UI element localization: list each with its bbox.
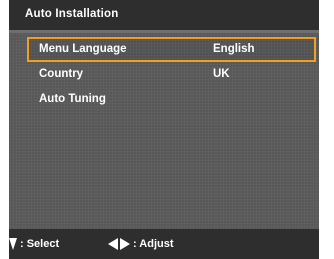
select-hint-text: : Select bbox=[20, 238, 60, 250]
title-bar: Auto Installation bbox=[9, 0, 319, 30]
menu-item-label: Menu Language bbox=[39, 43, 127, 55]
menu-item-value: UK bbox=[213, 68, 230, 80]
menu-body: Menu Language English Country UK Auto Tu… bbox=[9, 33, 319, 229]
footer-hint-bar: : Select : Adjust bbox=[1, 229, 319, 259]
left-right-arrows-icon bbox=[108, 238, 130, 250]
menu-item-label: Country bbox=[39, 68, 84, 80]
up-down-arrows-icon bbox=[1, 238, 17, 250]
menu-item-country[interactable]: Country UK bbox=[27, 62, 316, 87]
menu-item-value: English bbox=[213, 43, 255, 55]
menu-title: Auto Installation bbox=[25, 8, 119, 20]
menu-item-auto-tuning[interactable]: Auto Tuning bbox=[27, 87, 316, 112]
menu-item-menu-language[interactable]: Menu Language English bbox=[27, 37, 316, 62]
select-hint: : Select bbox=[1, 238, 59, 250]
adjust-hint-text: : Adjust bbox=[133, 238, 174, 250]
adjust-hint: : Adjust bbox=[108, 238, 174, 250]
menu-item-label: Auto Tuning bbox=[39, 93, 106, 105]
auto-installation-menu: Auto Installation Menu Language English … bbox=[1, 0, 319, 259]
